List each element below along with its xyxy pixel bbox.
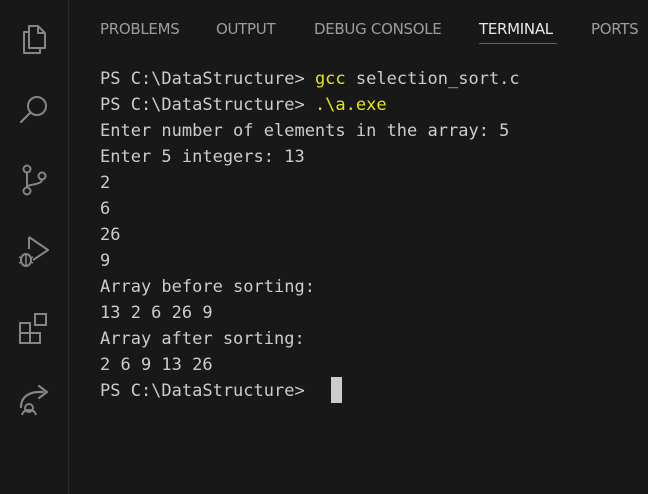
explorer-icon: [23, 25, 46, 54]
vscode-window: PROBLEMS OUTPUT DEBUG CONSOLE TERMINAL P…: [0, 0, 648, 494]
terminal-output-line: 13 2 6 26 9: [100, 303, 213, 323]
terminal-prompt: PS C:\DataStructure>: [100, 381, 315, 401]
remote-share-button[interactable]: [0, 372, 68, 424]
terminal-line: PS C:\DataStructure>: [100, 378, 315, 404]
terminal-output-line: 6: [100, 199, 111, 219]
terminal-output-line: 9: [100, 251, 111, 271]
terminal-command: .\a.exe: [314, 95, 387, 115]
terminal-output-line: 26: [100, 225, 121, 245]
terminal-view[interactable]: PS C:\DataStructure> gcc selection_sort.…: [69, 56, 648, 494]
terminal-command-argument: selection_sort.c: [345, 69, 520, 89]
bottom-panel: PROBLEMS OUTPUT DEBUG CONSOLE TERMINAL P…: [69, 0, 648, 494]
active-tab-indicator: [479, 43, 557, 44]
panel-tab-bar: PROBLEMS OUTPUT DEBUG CONSOLE TERMINAL P…: [69, 0, 648, 56]
terminal-output-line: Array before sorting:: [100, 277, 315, 297]
tab-ports[interactable]: PORTS: [591, 19, 639, 43]
terminal-line: PS C:\DataStructure> .\a.exe: [100, 92, 387, 118]
explorer-button[interactable]: [0, 12, 68, 64]
tab-problems[interactable]: PROBLEMS: [100, 19, 180, 43]
remote-share-icon: [19, 384, 49, 416]
tab-debug-console[interactable]: DEBUG CONSOLE: [314, 19, 442, 43]
search-button[interactable]: [0, 84, 68, 136]
run-debug-button[interactable]: [0, 224, 68, 276]
terminal-prompt: PS C:\DataStructure>: [100, 69, 315, 89]
terminal-command: gcc: [314, 69, 346, 89]
activity-bar: [0, 0, 69, 494]
terminal-line: PS C:\DataStructure> gcc selection_sort.…: [100, 66, 520, 92]
source-control-icon: [22, 164, 47, 196]
tab-terminal[interactable]: TERMINAL: [479, 19, 553, 43]
extensions-button[interactable]: [0, 302, 68, 354]
terminal-prompt: PS C:\DataStructure>: [100, 95, 315, 115]
terminal-output-line: Array after sorting:: [100, 329, 305, 349]
tab-output[interactable]: OUTPUT: [216, 19, 276, 43]
terminal-output-line: 2: [100, 173, 111, 193]
source-control-button[interactable]: [0, 154, 68, 206]
extensions-icon: [19, 313, 47, 344]
terminal-cursor: [331, 377, 342, 403]
run-debug-icon: [18, 236, 49, 267]
terminal-output-line: Enter number of elements in the array: 5: [100, 121, 510, 141]
terminal-output-line: Enter 5 integers: 13: [100, 147, 305, 167]
search-icon: [19, 96, 47, 124]
terminal-output-line: 2 6 9 13 26: [100, 355, 213, 375]
